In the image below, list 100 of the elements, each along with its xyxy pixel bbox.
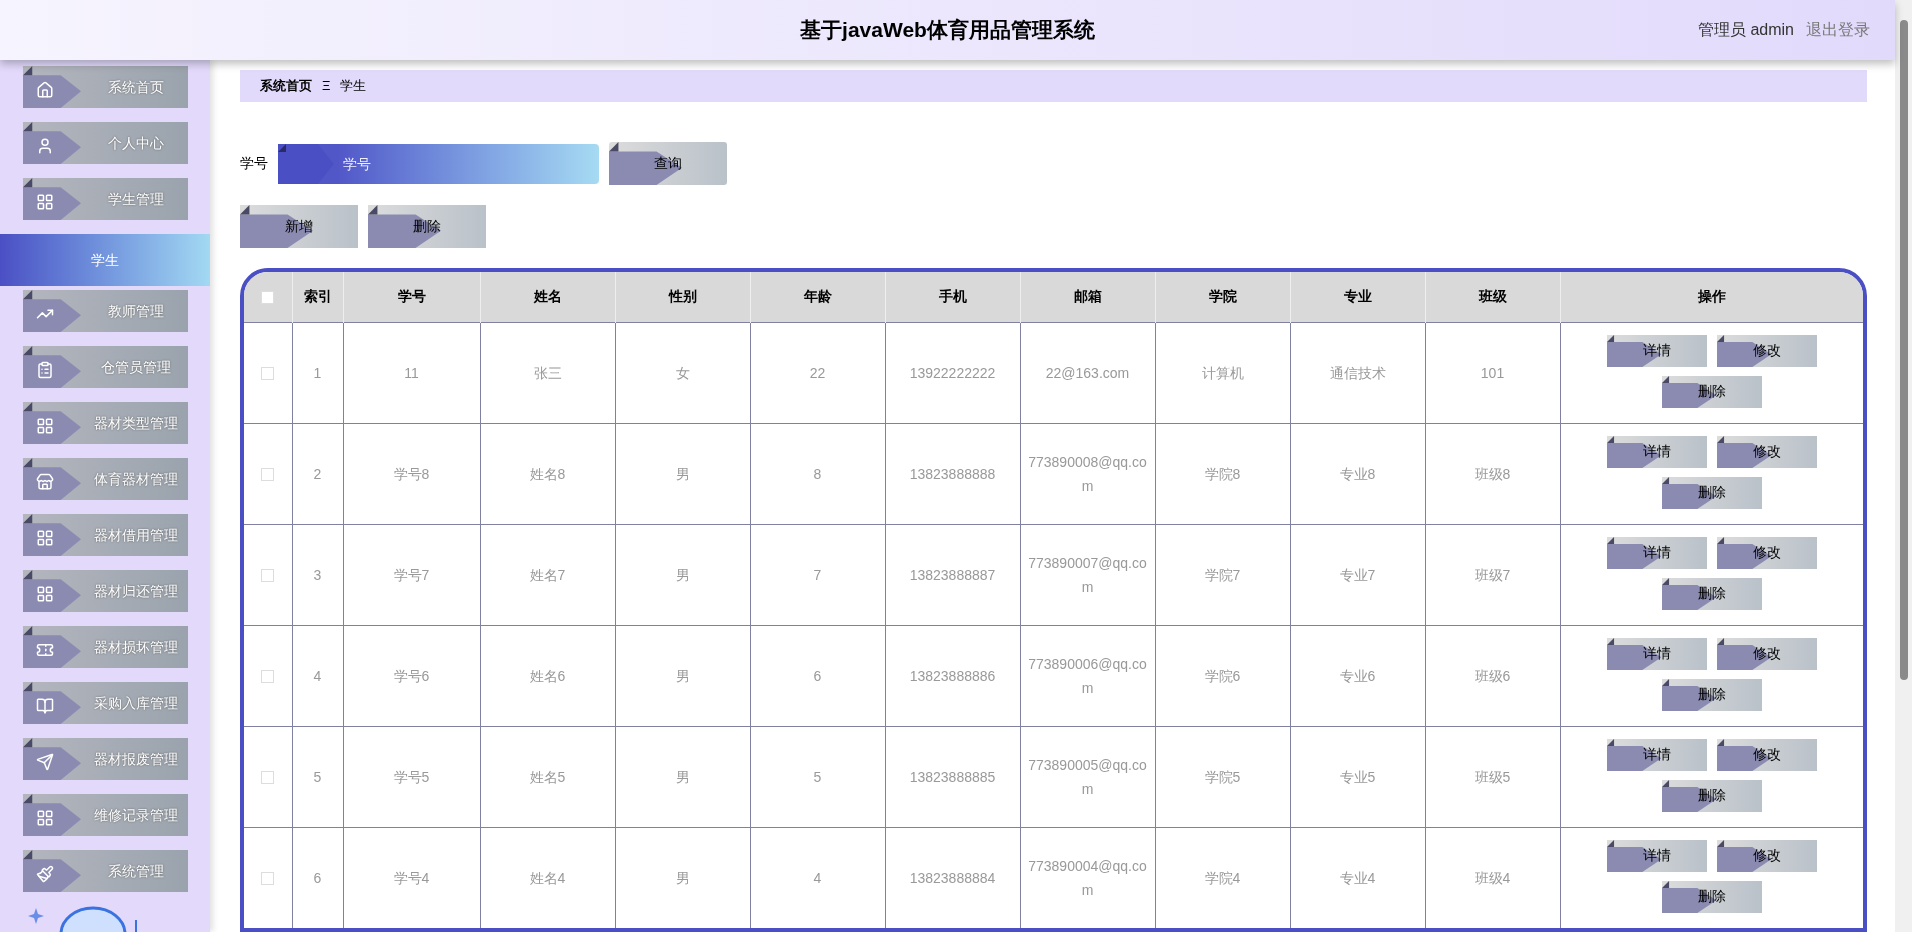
paintbrush-icon bbox=[36, 865, 54, 883]
detail-button[interactable]: 详情 bbox=[1606, 839, 1707, 872]
tab-arrow-drawing bbox=[23, 178, 81, 220]
table-cell: 5 bbox=[313, 768, 322, 785]
send-icon bbox=[36, 753, 54, 771]
column-header: 学号 bbox=[343, 272, 480, 322]
search-field[interactable]: 学号 bbox=[338, 143, 599, 184]
edit-button[interactable]: 修改 bbox=[1716, 637, 1817, 670]
grid-icon bbox=[36, 809, 54, 827]
tab-arrow-drawing bbox=[23, 682, 81, 724]
table-cell: 班级4 bbox=[1474, 869, 1511, 886]
tab-arrow-drawing bbox=[23, 570, 81, 612]
logout-link[interactable]: 退出登录 bbox=[1806, 18, 1870, 42]
table-cell: 学号8 bbox=[393, 465, 430, 482]
tab-arrow-drawing bbox=[23, 346, 81, 388]
table-cell: 773890005@qq.com bbox=[1028, 756, 1147, 797]
store-icon bbox=[36, 473, 54, 491]
table-cell: 姓名6 bbox=[529, 667, 566, 684]
table-cell: 773890008@qq.com bbox=[1028, 453, 1147, 494]
column-header: 操作 bbox=[1560, 272, 1863, 322]
table-cell: 2 bbox=[313, 465, 322, 482]
table-cell: 姓名4 bbox=[529, 869, 566, 886]
tab-arrow-drawing bbox=[23, 626, 81, 668]
tab-arrow-drawing bbox=[23, 458, 81, 500]
table-cell: 姓名5 bbox=[529, 768, 566, 785]
edit-button[interactable]: 修改 bbox=[1716, 334, 1817, 367]
tab-arrow-drawing bbox=[23, 738, 81, 780]
table-cell: 男 bbox=[675, 667, 690, 684]
table-cell: 6 bbox=[813, 667, 822, 684]
detail-button[interactable]: 详情 bbox=[1606, 536, 1707, 569]
edit-button[interactable]: 修改 bbox=[1716, 839, 1817, 872]
row-checkbox[interactable] bbox=[261, 770, 275, 784]
edit-button[interactable]: 修改 bbox=[1716, 435, 1817, 468]
detail-button[interactable]: 详情 bbox=[1606, 738, 1707, 771]
table-cell: 班级7 bbox=[1474, 566, 1511, 583]
row-checkbox[interactable] bbox=[261, 366, 275, 380]
column-header: 班级 bbox=[1425, 272, 1560, 322]
table-cell: 13823888886 bbox=[909, 667, 996, 684]
table-cell: 101 bbox=[1480, 364, 1505, 381]
grid-icon bbox=[36, 417, 54, 435]
delete-button[interactable]: 删除 bbox=[1661, 779, 1762, 812]
edit-button[interactable]: 修改 bbox=[1716, 738, 1817, 771]
table-cell: 学院8 bbox=[1204, 465, 1241, 482]
add-button[interactable]: 新增 bbox=[240, 205, 358, 248]
select-all-checkbox[interactable] bbox=[261, 291, 275, 305]
column-header: 姓名 bbox=[480, 272, 615, 322]
row-checkbox[interactable] bbox=[261, 467, 275, 481]
table-cell: 专业7 bbox=[1339, 566, 1376, 583]
row-checkbox[interactable] bbox=[261, 568, 275, 582]
table-cell: 学院5 bbox=[1204, 768, 1241, 785]
tab-arrow-drawing bbox=[23, 794, 81, 836]
column-header: 专业 bbox=[1290, 272, 1425, 322]
table-cell: 学院6 bbox=[1204, 667, 1241, 684]
table-cell: 13823888887 bbox=[909, 566, 996, 583]
detail-button[interactable]: 详情 bbox=[1606, 637, 1707, 670]
column-header: 学院 bbox=[1155, 272, 1290, 322]
table-cell: 男 bbox=[675, 566, 690, 583]
table-cell: 7 bbox=[813, 566, 822, 583]
home-icon bbox=[36, 81, 54, 99]
edit-button[interactable]: 修改 bbox=[1716, 536, 1817, 569]
table-cell: 女 bbox=[675, 364, 690, 381]
table-cell: 专业4 bbox=[1339, 869, 1376, 886]
tab-arrow-drawing bbox=[23, 122, 81, 164]
tab-arrow-drawing bbox=[23, 402, 81, 444]
delete-button[interactable]: 删除 bbox=[1661, 880, 1762, 913]
table-cell: 张三 bbox=[533, 364, 562, 381]
tab-arrow-drawing bbox=[23, 290, 81, 332]
table-cell: 班级8 bbox=[1474, 465, 1511, 482]
detail-button[interactable]: 详情 bbox=[1606, 435, 1707, 468]
grid-icon bbox=[36, 585, 54, 603]
table-cell: 22@163.com bbox=[1045, 364, 1130, 381]
column-header: 索引 bbox=[292, 272, 343, 322]
grid-icon bbox=[36, 529, 54, 547]
delete-button[interactable]: 删除 bbox=[1661, 678, 1762, 711]
breadcrumb-link[interactable]: 系统首页 bbox=[260, 76, 312, 96]
breadcrumb-separator: Ξ bbox=[322, 77, 331, 96]
detail-button[interactable]: 详情 bbox=[1606, 334, 1707, 367]
table-cell: 学号6 bbox=[393, 667, 430, 684]
table-cell: 22 bbox=[809, 364, 826, 381]
delete-button[interactable]: 删除 bbox=[1661, 375, 1762, 408]
table-cell: 13823888888 bbox=[909, 465, 996, 482]
tab-arrow-drawing bbox=[23, 850, 81, 892]
app-title: 基于javaWeb体育用品管理系统 bbox=[800, 17, 1095, 44]
row-checkbox[interactable] bbox=[261, 872, 275, 886]
delete-button[interactable]: 删除 bbox=[1661, 577, 1762, 610]
table-cell: 班级5 bbox=[1474, 768, 1511, 785]
search-button[interactable]: 查询 bbox=[609, 142, 727, 185]
row-checkbox[interactable] bbox=[261, 669, 275, 683]
table-cell: 计算机 bbox=[1201, 364, 1244, 381]
table-cell: 专业5 bbox=[1339, 768, 1376, 785]
table-cell: 4 bbox=[813, 869, 822, 886]
table-cell: 1 bbox=[313, 364, 322, 381]
search-label: 学号 bbox=[240, 154, 268, 173]
table-cell: 773890007@qq.com bbox=[1028, 554, 1147, 595]
column-header: 邮箱 bbox=[1020, 272, 1155, 322]
delete-button[interactable]: 删除 bbox=[368, 205, 486, 248]
table-cell: 6 bbox=[313, 869, 322, 886]
table-cell: 773890004@qq.com bbox=[1028, 857, 1147, 898]
delete-button[interactable]: 删除 bbox=[1661, 476, 1762, 509]
table-cell: 男 bbox=[675, 869, 690, 886]
